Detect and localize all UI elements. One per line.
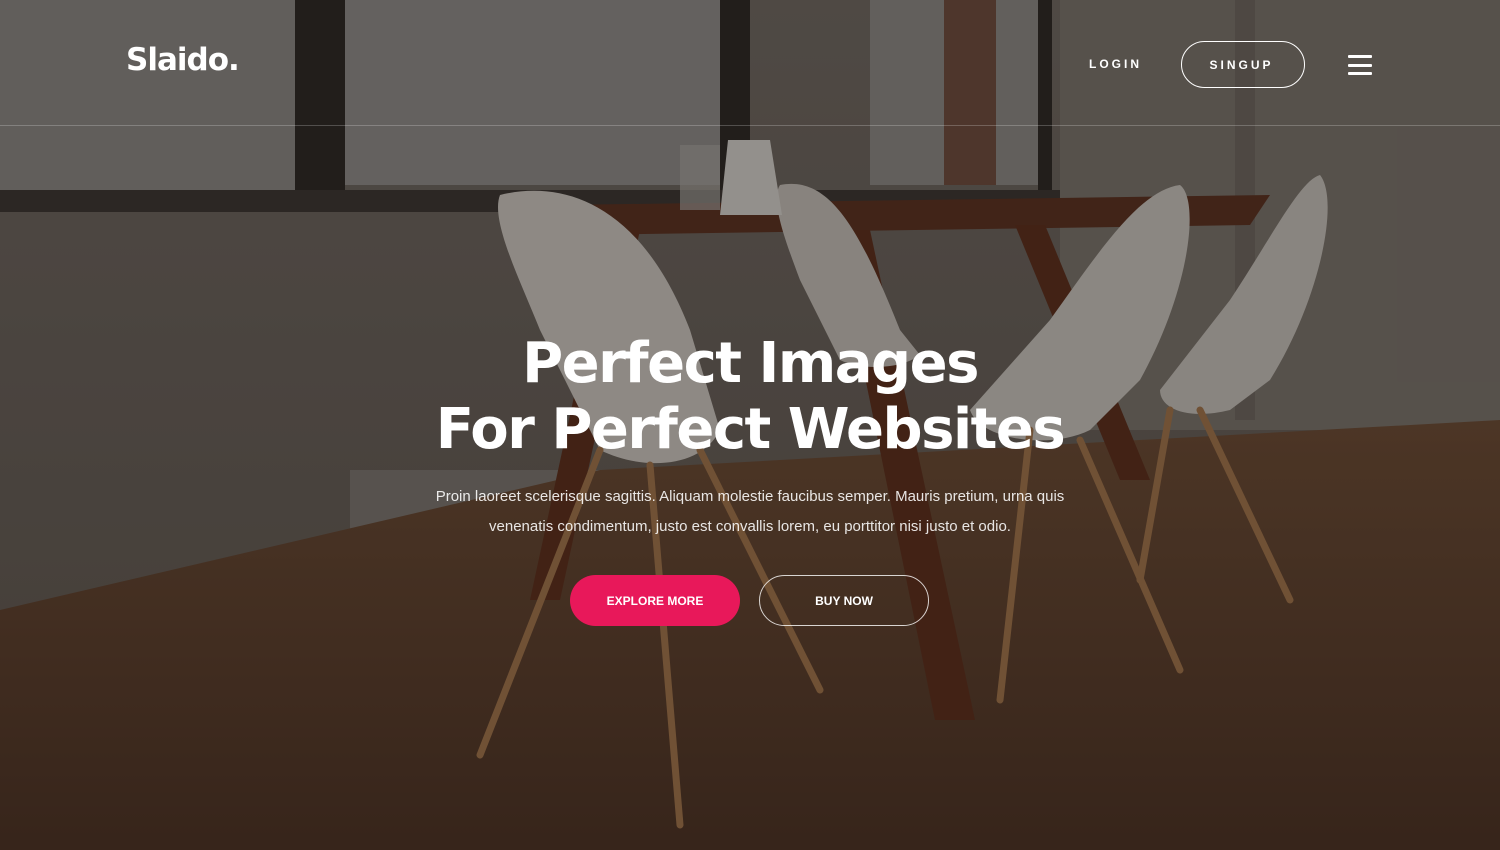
hero-description-line-1: Proin laoreet scelerisque sagittis. Aliq… — [435, 488, 1065, 505]
hero-title-line-2: For Perfect Websites — [435, 397, 1066, 462]
hamburger-menu-icon[interactable] — [1348, 55, 1372, 75]
buy-now-button[interactable]: BUY NOW — [759, 575, 929, 626]
brand-logo[interactable]: Slaido. — [126, 42, 240, 78]
login-link[interactable]: LOGIN — [1089, 57, 1142, 71]
hero-title: Perfect Images For Perfect Websites — [0, 331, 1500, 463]
hero-title-line-1: Perfect Images — [522, 331, 979, 396]
top-navbar: Slaido. LOGIN SINGUP — [0, 0, 1500, 126]
menu-bar — [1348, 63, 1372, 67]
menu-bar — [1348, 72, 1372, 75]
menu-bar — [1348, 55, 1372, 58]
explore-more-button[interactable]: EXPLORE MORE — [570, 575, 740, 626]
hero-description: Proin laoreet scelerisque sagittis. Aliq… — [400, 482, 1100, 542]
signup-button[interactable]: SINGUP — [1181, 41, 1305, 88]
hero-description-line-2: venenatis condimentum, justo est convall… — [489, 518, 1011, 535]
